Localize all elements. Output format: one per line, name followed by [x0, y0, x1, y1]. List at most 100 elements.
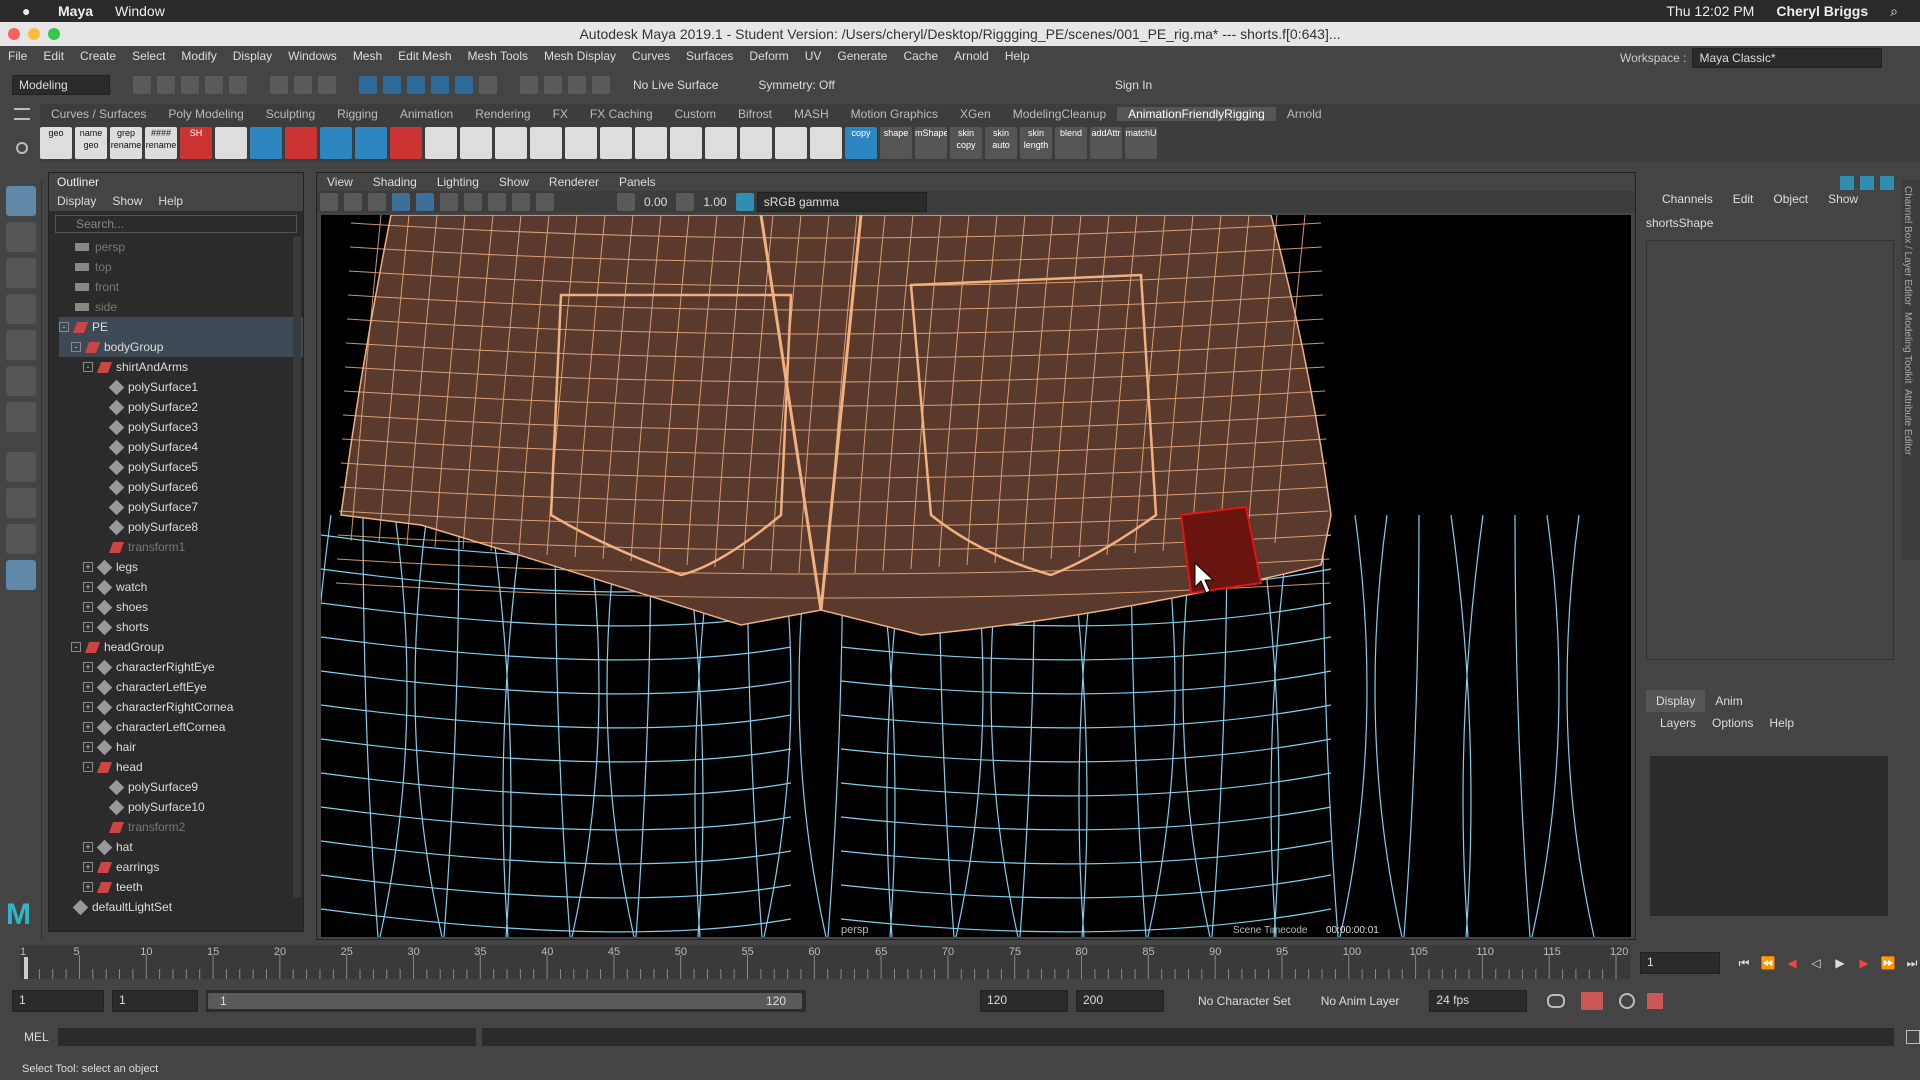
viewport-menu-show[interactable]: Show: [489, 175, 539, 189]
shelf-button-13[interactable]: [460, 127, 492, 159]
shelf-button-22[interactable]: [775, 127, 807, 159]
menu-modify[interactable]: Modify: [173, 49, 224, 63]
layer-menu-layers[interactable]: Layers: [1652, 716, 1704, 730]
expand-icon[interactable]: [1880, 176, 1894, 190]
menu-help[interactable]: Help: [997, 49, 1038, 63]
animation-end-field[interactable]: 200: [1076, 990, 1164, 1012]
single-perspective-icon[interactable]: [6, 452, 36, 482]
playback-prefs-icon[interactable]: [1647, 993, 1664, 1009]
outliner-item-characterLeftCornea[interactable]: + characterLeftCornea: [59, 717, 303, 737]
outliner-menu-help[interactable]: Help: [150, 194, 191, 208]
outliner-item-front[interactable]: front: [59, 277, 303, 297]
shelf-button-20[interactable]: [705, 127, 737, 159]
snap-grid-icon[interactable]: [359, 76, 377, 94]
save-scene-icon[interactable]: [181, 76, 199, 94]
side-tab-modeling-toolkit[interactable]: Modeling Toolkit: [1902, 312, 1913, 384]
workspace-dropdown[interactable]: Maya Classic*: [1692, 48, 1883, 68]
outliner-item-polySurface3[interactable]: polySurface3: [59, 417, 303, 437]
outliner-item-PE[interactable]: - PE: [59, 317, 303, 337]
shelf-tab-rigging[interactable]: Rigging: [326, 107, 389, 121]
shelf-tab-fx-caching[interactable]: FX Caching: [579, 107, 664, 121]
bookmark-icon[interactable]: [344, 193, 362, 211]
shelf-tab-poly-modeling[interactable]: Poly Modeling: [157, 107, 254, 121]
select-object-icon[interactable]: [294, 76, 312, 94]
menu-generate[interactable]: Generate: [829, 49, 895, 63]
window-menu[interactable]: Window: [115, 3, 165, 19]
menu-mesh-display[interactable]: Mesh Display: [536, 49, 624, 63]
open-scene-icon[interactable]: [157, 76, 175, 94]
shelf-button-28[interactable]: skin auto: [985, 127, 1017, 159]
expand-icon[interactable]: +: [83, 862, 93, 872]
shelf-button-31[interactable]: addAttr: [1090, 127, 1122, 159]
collapse-icon[interactable]: -: [59, 322, 69, 332]
playback-end-field[interactable]: 120: [980, 990, 1068, 1012]
mel-label[interactable]: MEL: [24, 1030, 58, 1044]
render-icon[interactable]: [544, 76, 562, 94]
menu-edit-mesh[interactable]: Edit Mesh: [390, 49, 459, 63]
color-management-icon[interactable]: [735, 193, 754, 211]
outliner-item-persp[interactable]: persp: [59, 237, 303, 257]
clock[interactable]: Thu 12:02 PM: [1666, 3, 1754, 19]
viewport-menu-shading[interactable]: Shading: [363, 175, 427, 189]
shelf-tab-curves-surfaces[interactable]: Curves / Surfaces: [40, 107, 157, 121]
shelf-tab-sculpting[interactable]: Sculpting: [255, 107, 326, 121]
shelf-button-9[interactable]: [320, 127, 352, 159]
loop-icon[interactable]: [1547, 994, 1566, 1008]
shelf-button-11[interactable]: [390, 127, 422, 159]
outliner-item-polySurface9[interactable]: polySurface9: [59, 777, 303, 797]
time-slider[interactable]: 1 5 10 15 20 25 30 35 40 45 50 55 60 65 70 75 80 85 90 95 10…: [20, 945, 1630, 979]
playback-start-field[interactable]: 1: [112, 990, 198, 1012]
layer-menu-options[interactable]: Options: [1704, 716, 1761, 730]
lights-icon[interactable]: [464, 193, 482, 211]
menu-mesh-tools[interactable]: Mesh Tools: [460, 49, 536, 63]
shelf-button-32[interactable]: matchU: [1125, 127, 1157, 159]
menu-deform[interactable]: Deform: [741, 49, 796, 63]
symmetry-dropdown[interactable]: Symmetry: Off: [758, 78, 834, 92]
menu-file[interactable]: File: [0, 49, 35, 63]
expand-icon[interactable]: +: [83, 602, 93, 612]
sign-in-button[interactable]: Sign In: [1105, 78, 1152, 92]
app-menu[interactable]: Maya: [58, 3, 93, 19]
layer-list[interactable]: [1650, 756, 1888, 916]
outliner-item-hat[interactable]: + hat: [59, 837, 303, 857]
layer-menu-help[interactable]: Help: [1761, 716, 1802, 730]
minimize-icon[interactable]: [28, 28, 40, 40]
four-view-icon[interactable]: [6, 488, 36, 518]
outliner-item-polySurface1[interactable]: polySurface1: [59, 377, 303, 397]
outliner-item-top[interactable]: top: [59, 257, 303, 277]
shelf-button-15[interactable]: [530, 127, 562, 159]
shelf-tab-xgen[interactable]: XGen: [949, 107, 1002, 121]
outliner-item-characterRightEye[interactable]: + characterRightEye: [59, 657, 303, 677]
menu-curves[interactable]: Curves: [624, 49, 678, 63]
range-slider[interactable]: 1 120: [206, 990, 806, 1012]
shelf-tab-animationfriendlyrigging[interactable]: AnimationFriendlyRigging: [1117, 107, 1276, 121]
live-surface-field[interactable]: No Live Surface: [633, 78, 718, 92]
exposure-icon[interactable]: [617, 193, 635, 211]
menu-create[interactable]: Create: [72, 49, 124, 63]
outliner-layout-icon[interactable]: [6, 560, 36, 590]
anim-prefs-icon[interactable]: [1619, 993, 1636, 1009]
expand-icon[interactable]: +: [83, 682, 93, 692]
expand-icon[interactable]: +: [83, 702, 93, 712]
shelf-menu-icon[interactable]: [14, 108, 30, 120]
scale-tool-icon[interactable]: [6, 366, 36, 396]
viewport-canvas[interactable]: persp Scene Timecode 00:00:00:01: [321, 215, 1631, 937]
menu-edit[interactable]: Edit: [35, 49, 72, 63]
rotate-tool-icon[interactable]: [6, 330, 36, 360]
lock-icon[interactable]: [479, 76, 497, 94]
outliner-item-defaultLightSet[interactable]: defaultLightSet: [59, 897, 303, 917]
mel-input[interactable]: [58, 1028, 476, 1046]
shelf-tab-custom[interactable]: Custom: [664, 107, 727, 121]
viewport-menu-panels[interactable]: Panels: [609, 175, 666, 189]
isolate-icon[interactable]: [536, 193, 554, 211]
expand-icon[interactable]: +: [83, 742, 93, 752]
shelf-button-23[interactable]: [810, 127, 842, 159]
outliner-search-input[interactable]: Search...: [55, 215, 297, 233]
shelf-button-29[interactable]: skin length: [1020, 127, 1052, 159]
outliner-item-hair[interactable]: + hair: [59, 737, 303, 757]
outliner-item-polySurface7[interactable]: polySurface7: [59, 497, 303, 517]
shelf-settings-icon[interactable]: [16, 142, 28, 154]
shelf-tab-rendering[interactable]: Rendering: [464, 107, 541, 121]
outliner-item-watch[interactable]: + watch: [59, 577, 303, 597]
shelf-button-27[interactable]: skin copy: [950, 127, 982, 159]
